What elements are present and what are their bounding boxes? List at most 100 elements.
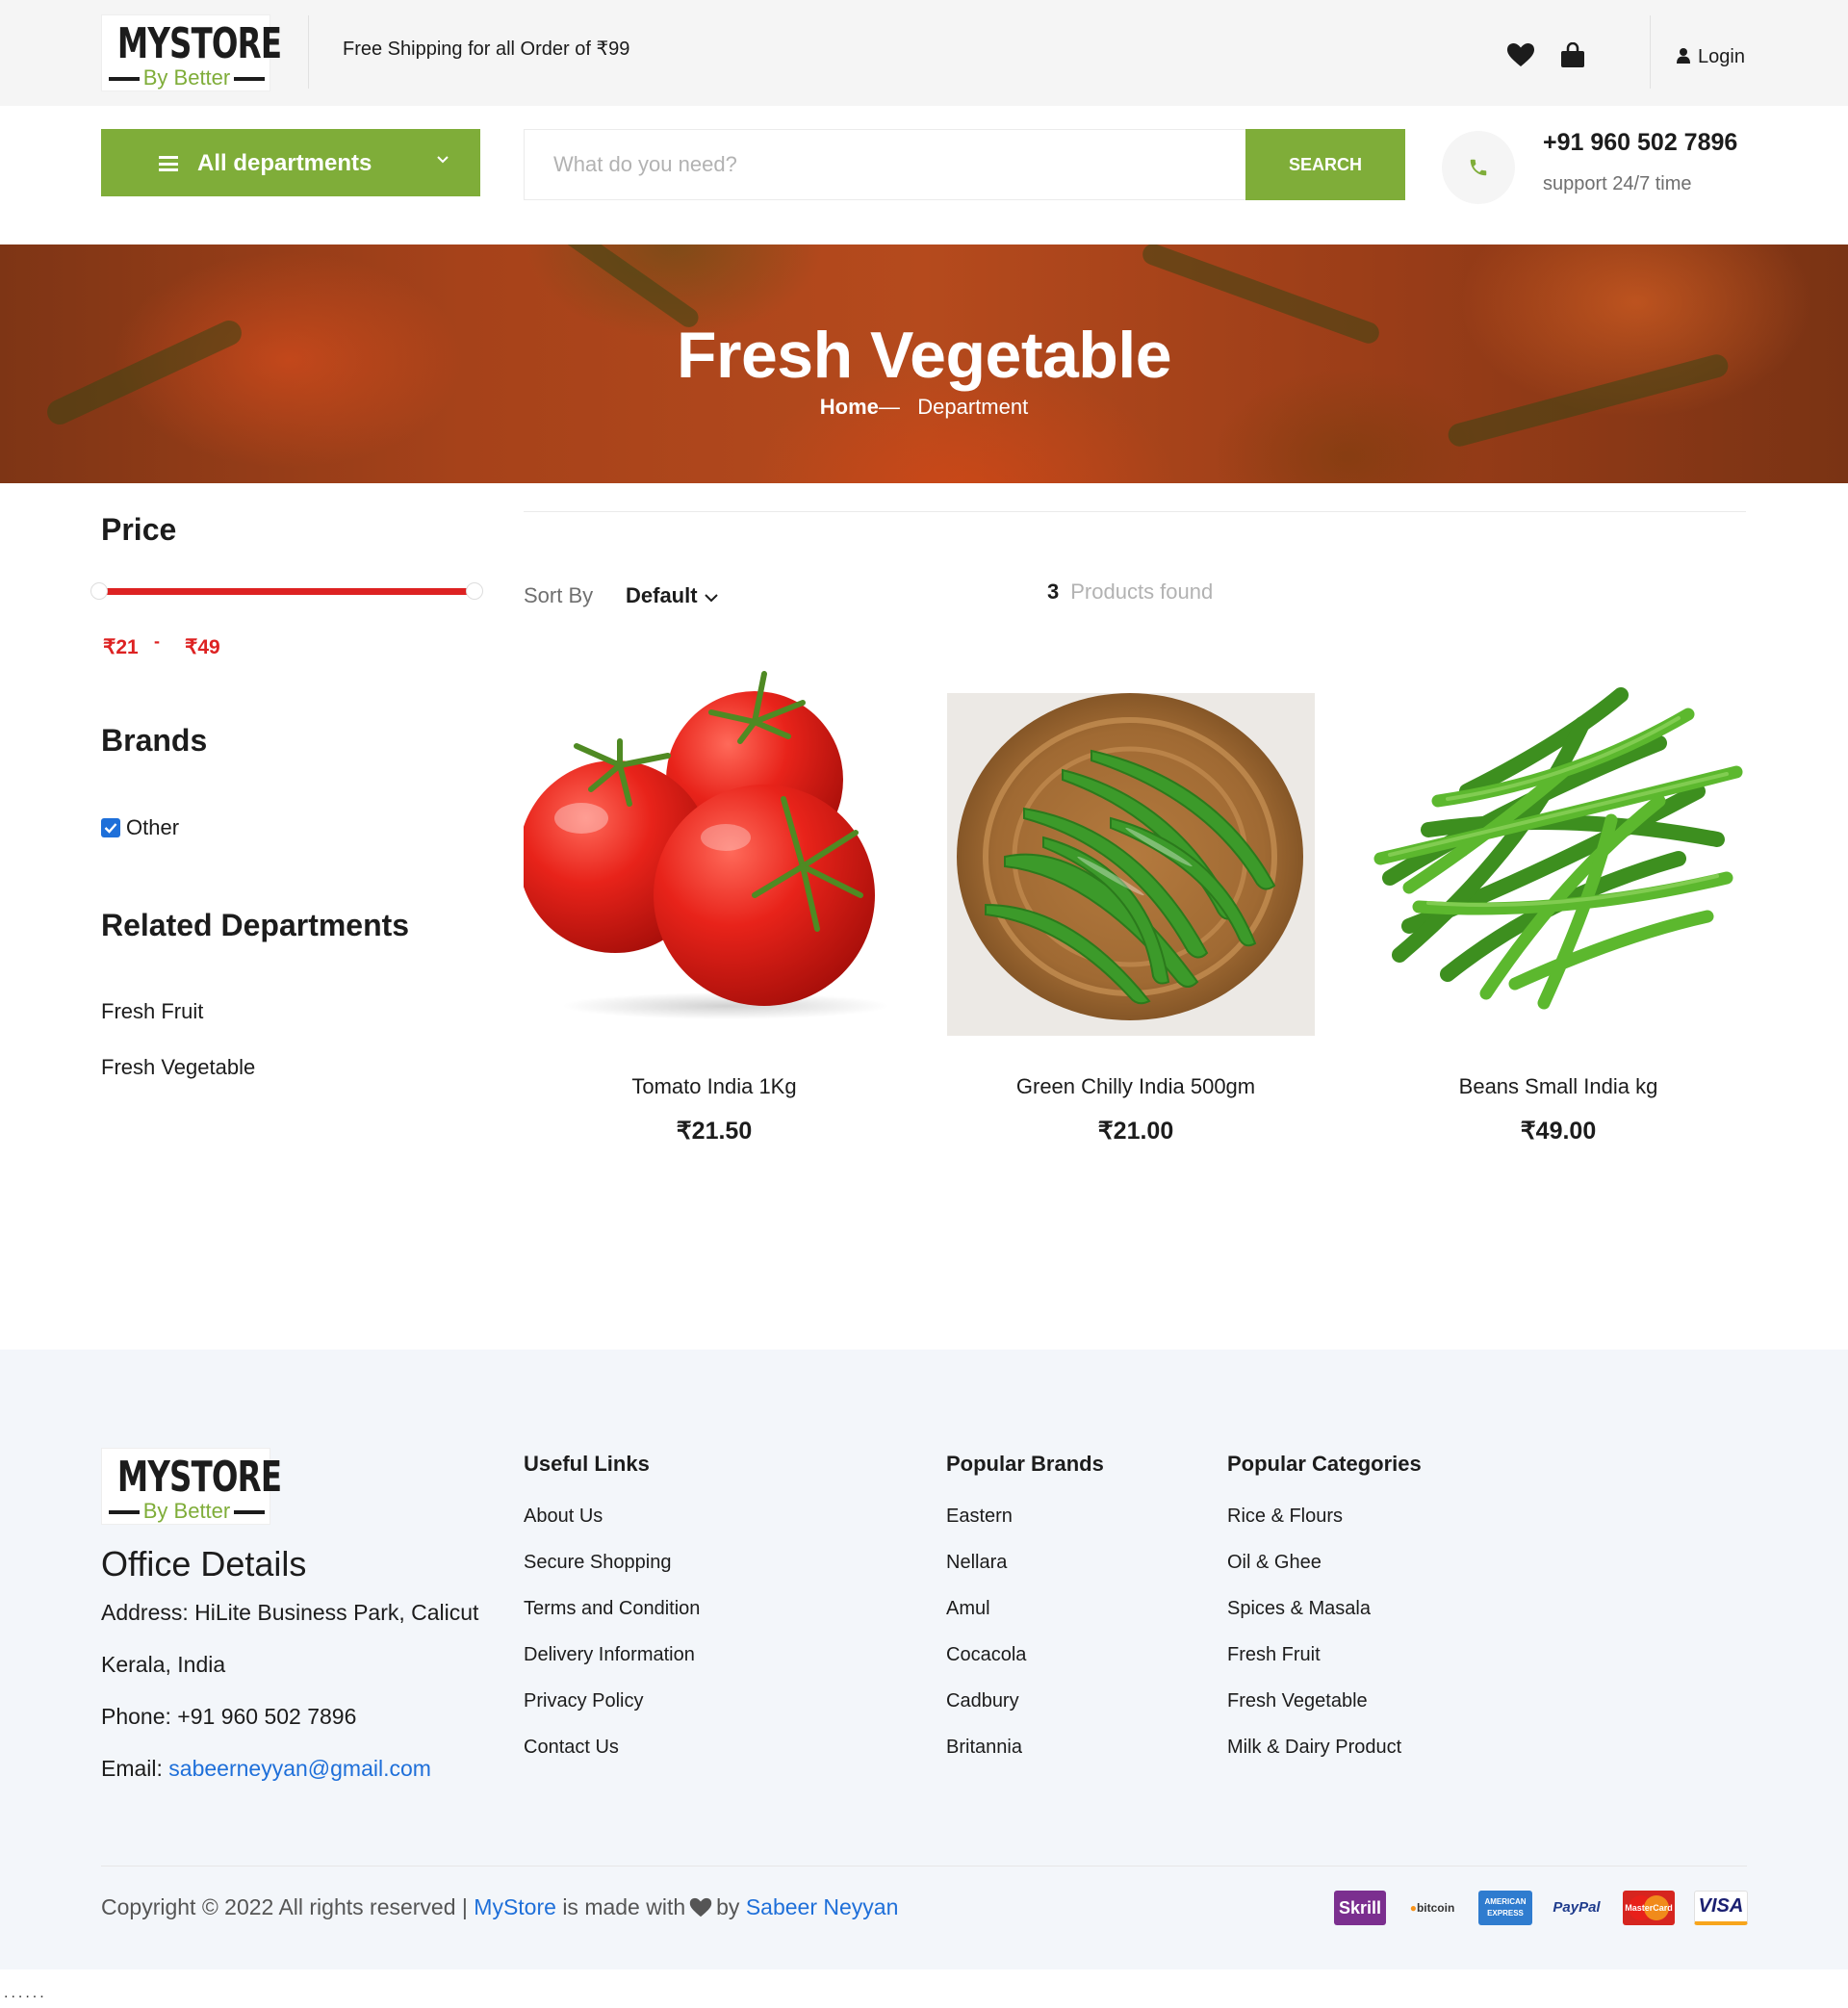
sort-label: Sort By	[524, 583, 594, 607]
sort-dropdown[interactable]: Default	[626, 583, 719, 608]
related-link-fresh-fruit[interactable]: Fresh Fruit	[101, 999, 203, 1024]
footer-link-delivery[interactable]: Delivery Information	[524, 1644, 695, 1666]
price-range-max-handle[interactable]	[466, 582, 483, 600]
office-email-row: Email: sabeerneyyan@gmail.com	[101, 1756, 431, 1782]
heart-icon[interactable]	[1506, 42, 1535, 69]
related-link-fresh-vegetable[interactable]: Fresh Vegetable	[101, 1055, 255, 1080]
mastercard-payment-icon: MasterCard	[1623, 1891, 1675, 1925]
copyright-author-link[interactable]: Sabeer Neyyan	[746, 1894, 899, 1919]
search-input[interactable]	[525, 130, 1245, 199]
footer-category-link[interactable]: Fresh Vegetable	[1227, 1690, 1368, 1712]
product-price: ₹21.50	[676, 1118, 753, 1145]
footer-link-about-us[interactable]: About Us	[524, 1506, 603, 1528]
price-range-slider[interactable]	[90, 581, 485, 601]
footer-brand-link[interactable]: Eastern	[946, 1506, 1013, 1528]
breadcrumb-separator: —	[878, 395, 900, 419]
support-phone[interactable]: +91 960 502 7896	[1543, 129, 1737, 157]
product-name[interactable]: Beans Small India kg	[1347, 1074, 1770, 1099]
top-divider-right	[1650, 15, 1651, 89]
hero-banner: Fresh Vegetable Home— Department	[0, 245, 1848, 483]
product-image-beans[interactable]	[1371, 685, 1746, 1013]
shipping-notice: Free Shipping for all Order of ₹99	[343, 39, 630, 60]
product-price: ₹49.00	[1520, 1118, 1597, 1145]
amex-payment-icon: AMERICAN EXPRESS	[1478, 1891, 1532, 1925]
copyright: Copyright © 2022 All rights reserved | M…	[101, 1894, 898, 1923]
skrill-payment-icon: Skrill	[1334, 1891, 1386, 1925]
login-link[interactable]: Login	[1677, 46, 1745, 68]
brand-checkbox-other[interactable]	[101, 818, 120, 837]
footer-category-link[interactable]: Oil & Ghee	[1227, 1552, 1322, 1574]
footer-brand-link[interactable]: Cocacola	[946, 1644, 1026, 1666]
login-label: Login	[1698, 46, 1745, 67]
top-divider	[308, 15, 309, 89]
breadcrumb: Home— Department	[0, 395, 1848, 420]
product-name[interactable]: Tomato India 1Kg	[502, 1074, 926, 1099]
breadcrumb-home[interactable]: Home	[820, 395, 879, 419]
office-email-link[interactable]: sabeerneyyan@gmail.com	[168, 1756, 431, 1781]
product-price: ₹21.00	[1097, 1118, 1174, 1145]
visa-payment-icon: VISA	[1694, 1891, 1748, 1925]
listing-divider	[524, 511, 1746, 512]
footer-link-secure-shopping[interactable]: Secure Shopping	[524, 1552, 671, 1574]
products-found-count: 3	[1047, 579, 1060, 604]
popular-brands-title: Popular Brands	[946, 1452, 1104, 1476]
footer-brand-link[interactable]: Amul	[946, 1598, 990, 1620]
office-email-label: Email:	[101, 1756, 163, 1781]
shopping-bag-icon[interactable]	[1559, 41, 1588, 69]
office-address: Address: HiLite Business Park, Calicut	[101, 1600, 479, 1625]
useful-links-title: Useful Links	[524, 1452, 650, 1476]
paypal-payment-icon: PayPal	[1553, 1899, 1601, 1916]
chevron-down-icon	[704, 583, 719, 607]
footer-link-privacy[interactable]: Privacy Policy	[524, 1690, 643, 1712]
footer-category-link[interactable]: Spices & Masala	[1227, 1598, 1371, 1620]
price-filter-title: Price	[101, 512, 177, 547]
popular-categories-title: Popular Categories	[1227, 1452, 1422, 1476]
products-found-label: Products found	[1070, 579, 1214, 604]
user-icon	[1677, 47, 1690, 64]
price-range-min-handle[interactable]	[90, 582, 108, 600]
logo-sub-text: By Better	[102, 1499, 271, 1524]
price-min-value: ₹21	[103, 636, 139, 658]
office-phone: Phone: +91 960 502 7896	[101, 1704, 357, 1729]
footer-category-link[interactable]: Rice & Flours	[1227, 1506, 1343, 1528]
footer	[0, 1350, 1848, 1969]
logo-main-text: MYSTORE	[116, 1453, 282, 1502]
price-range-separator: -	[154, 631, 160, 651]
page: MYSTORE By Better Free Shipping for all …	[0, 0, 1848, 2008]
copyright-store-link[interactable]: MyStore	[474, 1894, 556, 1919]
bitcoin-payment-icon: ●bitcoin	[1409, 1901, 1455, 1915]
copyright-by: by	[716, 1894, 740, 1919]
logo-main-text: MYSTORE	[116, 19, 282, 68]
brand-label-other[interactable]: Other	[126, 815, 179, 840]
sort-value: Default	[626, 583, 698, 607]
product-image-green-chilly[interactable]	[947, 693, 1315, 1036]
support-text: support 24/7 time	[1543, 173, 1692, 194]
store-logo[interactable]: MYSTORE By Better	[101, 14, 282, 91]
product-name[interactable]: Green Chilly India 500gm	[924, 1074, 1348, 1099]
search-button[interactable]: SEARCH	[1245, 129, 1405, 200]
footer-brand-link[interactable]: Nellara	[946, 1552, 1007, 1574]
footer-brand-link[interactable]: Britannia	[946, 1737, 1022, 1759]
office-details-title: Office Details	[101, 1544, 307, 1583]
logo-sub-text: By Better	[102, 65, 271, 90]
copyright-mid: is made with	[562, 1894, 686, 1919]
departments-label: All departments	[197, 150, 372, 176]
heart-icon	[689, 1897, 712, 1923]
product-image-tomato[interactable]	[524, 664, 905, 1020]
footer-link-contact[interactable]: Contact Us	[524, 1737, 619, 1759]
price-range-fill	[98, 588, 477, 595]
top-bar: MYSTORE By Better Free Shipping for all …	[0, 0, 1848, 106]
products-found: 3 Products found	[1047, 579, 1213, 605]
footer-link-terms[interactable]: Terms and Condition	[524, 1598, 700, 1620]
menu-icon	[159, 156, 178, 171]
related-departments-title: Related Departments	[101, 908, 410, 942]
brands-filter-title: Brands	[101, 723, 208, 758]
footer-brand-link[interactable]: Cadbury	[946, 1690, 1019, 1712]
all-departments-button[interactable]: All departments	[101, 129, 480, 196]
page-title: Fresh Vegetable	[676, 319, 1172, 392]
footer-logo[interactable]: MYSTORE By Better	[101, 1448, 282, 1525]
breadcrumb-current: Department	[917, 395, 1029, 419]
trailing-text: ......	[4, 1985, 47, 2001]
footer-category-link[interactable]: Fresh Fruit	[1227, 1644, 1321, 1666]
footer-category-link[interactable]: Milk & Dairy Product	[1227, 1737, 1401, 1759]
